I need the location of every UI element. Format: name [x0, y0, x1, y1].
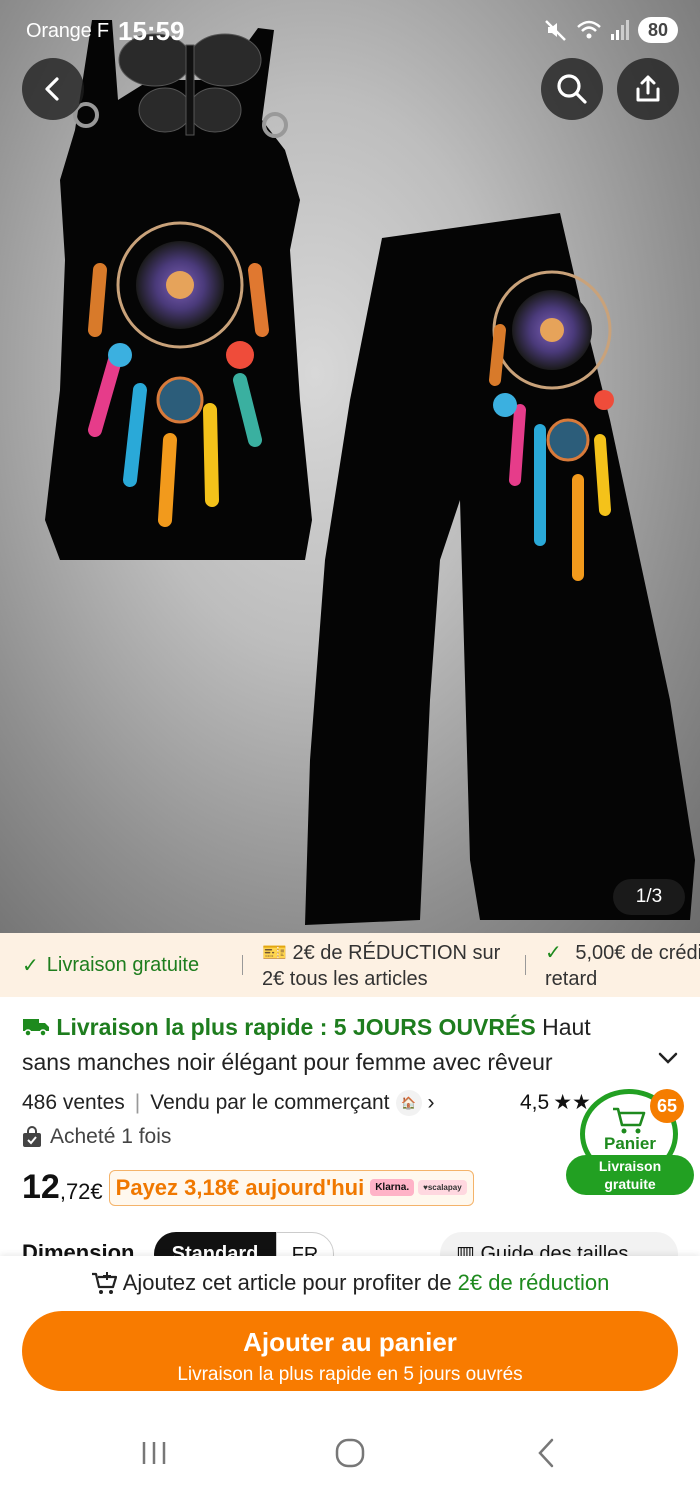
price-row: 12 ,72€ Payez 3,18€ aujourd'hui Klarna. …	[22, 1168, 474, 1207]
carrier-name: Orange F	[26, 20, 109, 42]
promo-delay-line1: 5,00€ de crédit	[575, 942, 700, 964]
check-icon: ✓	[545, 942, 562, 964]
promo-delay-credit: ✓ 5,00€ de crédit retard	[545, 940, 700, 992]
search-icon	[557, 74, 587, 104]
klarna-logo: Klarna.	[370, 1179, 415, 1196]
promo-discount: 🎫 2€ de RÉDUCTION sur 2€ tous les articl…	[262, 940, 500, 992]
product-image	[45, 20, 695, 925]
cart-free-line1: Livraison	[598, 1158, 662, 1174]
pay-today-label: Payez 3,18€ aujourd'hui	[115, 1174, 365, 1200]
status-bar: Orange F 15:59 80	[0, 0, 700, 62]
rating-value: 4,5	[520, 1090, 550, 1114]
dimension-option-fr[interactable]: FR	[276, 1232, 334, 1256]
price-decimal: ,72€	[59, 1178, 103, 1204]
dimension-row: Dimension Standard FR ▥ Guide des taille…	[0, 1232, 700, 1256]
status-time: 15:59	[118, 16, 185, 46]
ruler-icon: ▥	[456, 1243, 481, 1256]
promo-divider	[525, 955, 526, 975]
scalapay-logo: ♥scalapay	[418, 1180, 467, 1195]
image-counter: 1/3	[613, 879, 685, 915]
cart-count-badge: 65	[650, 1089, 684, 1123]
add-hint-text: Ajoutez cet article pour profiter de	[122, 1270, 452, 1295]
shopping-bag-icon	[23, 1126, 41, 1147]
bought-count: Acheté 1 fois	[50, 1125, 172, 1148]
cart-plus-icon	[91, 1272, 117, 1294]
add-hint-accent: 2€ de réduction	[457, 1270, 610, 1295]
back-nav-icon[interactable]	[530, 1436, 564, 1470]
sales-seller-row[interactable]: 486 ventes | Vendu par le commerçant 🏠 ›	[22, 1090, 435, 1116]
promo-free-shipping: ✓ Livraison gratuite	[22, 933, 199, 997]
bought-count-row: Acheté 1 fois	[22, 1125, 171, 1149]
cart-free-shipping-pill: Livraison gratuite	[566, 1155, 694, 1195]
share-icon	[636, 75, 660, 102]
size-guide-button[interactable]: ▥ Guide des tailles	[440, 1232, 678, 1256]
promo-discount-line2: 2€ tous les articles	[262, 968, 428, 990]
cart-label: Panier	[604, 1134, 656, 1153]
home-icon[interactable]	[333, 1436, 367, 1470]
pay-today-badge[interactable]: Payez 3,18€ aujourd'hui Klarna. ♥scalapa…	[108, 1169, 474, 1206]
mute-icon	[545, 20, 566, 41]
shop-logo-icon: 🏠	[395, 1090, 422, 1116]
share-button[interactable]	[617, 58, 679, 120]
cart-icon	[613, 1107, 646, 1134]
chevron-right-icon: ›	[427, 1091, 435, 1114]
signal-icon	[611, 20, 629, 40]
product-image-carousel[interactable]: Orange F 15:59 80 1/3	[0, 0, 700, 933]
price-integer: 12	[22, 1168, 60, 1206]
sales-divider: |	[134, 1091, 141, 1114]
cart-free-line2: gratuite	[604, 1176, 656, 1192]
promo-discount-line1: 2€ de RÉDUCTION sur	[292, 942, 501, 964]
floating-cart-button[interactable]: Panier 65 Livraison gratuite	[566, 1087, 694, 1197]
back-button[interactable]	[22, 58, 84, 120]
promo-divider	[242, 955, 243, 975]
add-to-cart-button[interactable]: Ajouter au panier Livraison la plus rapi…	[22, 1311, 678, 1391]
search-button[interactable]	[541, 58, 603, 120]
add-hint: Ajoutez cet article pour profiter de 2€ …	[0, 1270, 700, 1296]
product-title[interactable]: Livraison la plus rapide : 5 JOURS OUVRÉ…	[22, 1010, 642, 1080]
fast-shipping-label: Livraison la plus rapide : 5 JOURS OUVRÉ…	[56, 1014, 536, 1040]
delivery-truck-icon	[23, 1019, 49, 1037]
sales-count: 486 ventes	[22, 1091, 125, 1114]
ticket-icon: 🎫	[262, 942, 287, 964]
chevron-left-icon	[45, 77, 59, 101]
bottom-action-panel: Ajoutez cet article pour profiter de 2€ …	[0, 1256, 700, 1500]
dimension-label: Dimension	[22, 1240, 135, 1256]
system-nav-bar	[0, 1426, 700, 1486]
promo-free-shipping-label: Livraison gratuite	[46, 953, 200, 976]
chevron-down-icon[interactable]	[656, 1046, 680, 1070]
dimension-option-standard[interactable]: Standard	[154, 1232, 276, 1256]
add-to-cart-label: Ajouter au panier	[243, 1326, 457, 1357]
check-icon: ✓	[22, 954, 39, 977]
seller-label: Vendu par le commerçant	[150, 1091, 390, 1114]
status-icons: 80	[544, 17, 678, 43]
size-guide-label: Guide des tailles	[480, 1243, 629, 1256]
add-to-cart-sublabel: Livraison la plus rapide en 5 jours ouvr…	[177, 1363, 523, 1385]
promo-strip[interactable]: ✓ Livraison gratuite 🎫 2€ de RÉDUCTION s…	[0, 933, 700, 997]
battery-indicator: 80	[638, 17, 678, 43]
recent-apps-icon[interactable]	[138, 1436, 172, 1470]
wifi-icon	[577, 20, 601, 39]
promo-delay-line2: retard	[545, 968, 598, 990]
